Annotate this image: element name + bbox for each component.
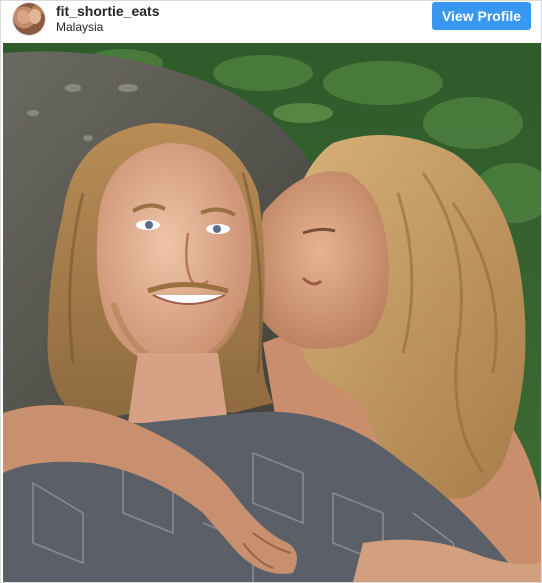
avatar[interactable] <box>13 3 45 35</box>
username-link[interactable]: fit_shortie_eats <box>56 3 159 19</box>
view-profile-button[interactable]: View Profile <box>432 2 531 30</box>
location-link[interactable]: Malaysia <box>56 20 103 34</box>
post-header: fit_shortie_eats Malaysia View Profile <box>1 1 541 41</box>
instagram-embed: fit_shortie_eats Malaysia View Profile <box>0 0 542 583</box>
post-photo[interactable] <box>3 43 541 582</box>
